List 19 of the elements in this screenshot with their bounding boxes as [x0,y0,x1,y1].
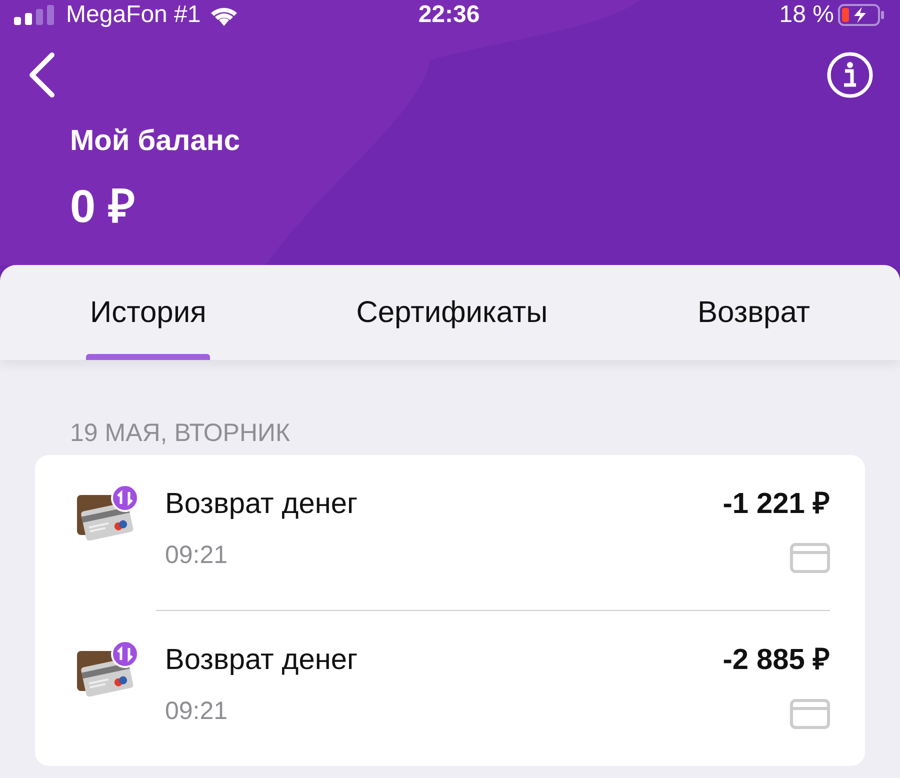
info-button[interactable] [826,51,874,99]
battery-charging-icon [838,4,886,26]
transaction-title: Возврат денег [165,643,359,678]
battery-percent: 18 % [779,0,834,30]
tab[interactable]: Возврат [694,265,814,360]
transaction-title: Возврат денег [165,487,359,522]
transaction-time: 09:21 [165,540,229,570]
carrier-name: MegaFon #1 [66,0,201,30]
balance-title: Мой баланс [70,124,241,159]
tab[interactable]: Сертификаты [352,265,552,360]
balance-amount: 0 ₽ [70,178,136,234]
transaction-amount: -2 885 ₽ [722,643,830,678]
status-time: 22:36 [418,0,480,30]
card-icon [790,698,830,728]
transaction-amount: -1 221 ₽ [722,487,830,522]
date-heading: 19 МАЯ, ВТОРНИК [70,419,290,447]
card-icon [790,542,830,572]
tab[interactable]: История [86,265,210,360]
transaction-time: 09:21 [165,696,229,726]
